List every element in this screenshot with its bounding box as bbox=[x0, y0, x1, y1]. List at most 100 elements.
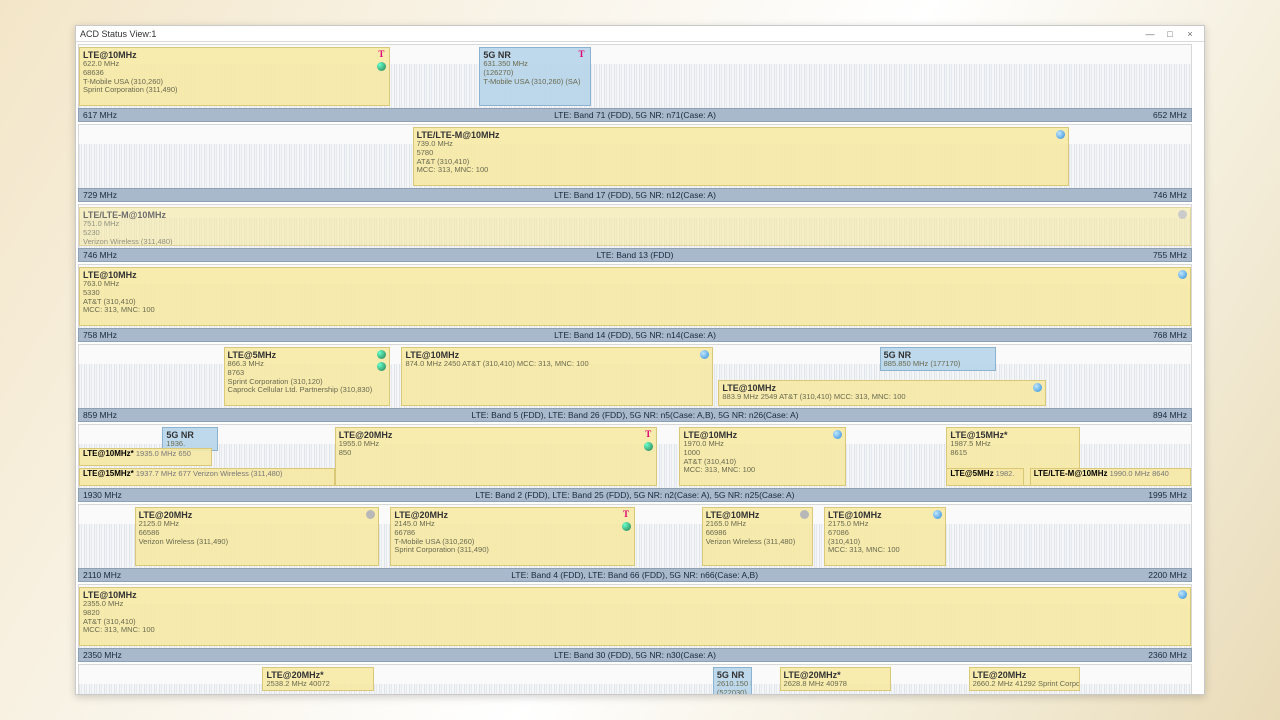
minimize-button[interactable]: — bbox=[1140, 29, 1160, 39]
block-detail: 1970.0 MHz bbox=[683, 440, 842, 449]
nr-block[interactable]: 5G NR631.350 MHz(126270)T-Mobile USA (31… bbox=[479, 47, 590, 106]
band-row: LTE/LTE-M@10MHz739.0 MHz5780AT&T (310,41… bbox=[78, 124, 1192, 202]
gray-icon bbox=[800, 510, 809, 519]
block-title: LTE@10MHz bbox=[83, 50, 386, 60]
block-detail: AT&T (310,410) bbox=[83, 618, 1187, 627]
scroll-area[interactable]: LTE@10MHz622.0 MHz68636T-Mobile USA (310… bbox=[76, 42, 1204, 694]
freq-end: 652 MHz bbox=[1153, 110, 1187, 120]
band-label: 746 MHzLTE: Band 13 (FDD)755 MHz bbox=[78, 248, 1192, 262]
band-row: LTE/LTE-M@10MHz751.0 MHz5230Verizon Wire… bbox=[78, 204, 1192, 262]
band-label: 2110 MHzLTE: Band 4 (FDD), LTE: Band 66 … bbox=[78, 568, 1192, 582]
block-detail: Sprint Corporation (311,490) bbox=[83, 86, 386, 95]
block-detail: 874.0 MHz 2450 AT&T (310,410) MCC: 313, … bbox=[405, 360, 708, 369]
band-description: LTE: Band 14 (FDD), 5G NR: n14(Case: A) bbox=[117, 330, 1153, 340]
block-detail: Verizon Wireless (311,490) bbox=[139, 538, 376, 547]
att-icon bbox=[1056, 130, 1065, 139]
lte-block[interactable]: LTE@20MHz2145.0 MHz66786T-Mobile USA (31… bbox=[390, 507, 635, 566]
freq-end: 2200 MHz bbox=[1148, 570, 1187, 580]
band-description: LTE: Band 13 (FDD) bbox=[117, 250, 1153, 260]
band-body[interactable]: LTE@20MHz2523.8 MHz 39920LTE@20MHz*2538.… bbox=[78, 664, 1192, 694]
mini-block[interactable]: LTE@5MHz 1982. bbox=[946, 468, 1024, 486]
lte-block[interactable]: LTE@20MHz2125.0 MHz66586Verizon Wireless… bbox=[135, 507, 380, 566]
lte-block[interactable]: LTE@20MHz*2628.8 MHz 40978 bbox=[780, 667, 891, 691]
block-detail: 885.850 MHz (177170) bbox=[884, 360, 993, 369]
nr-block[interactable]: 5G NR2610.150 MHz(522030)T-Mobile bbox=[713, 667, 752, 694]
gray-icon bbox=[1178, 210, 1187, 219]
lte-block[interactable]: LTE@10MHz2165.0 MHz66986Verizon Wireless… bbox=[702, 507, 813, 566]
block-detail: Verizon Wireless (311,480) bbox=[83, 238, 1187, 246]
block-detail: 883.9 MHz 2549 AT&T (310,410) MCC: 313, … bbox=[722, 393, 1042, 402]
close-button[interactable]: × bbox=[1180, 29, 1200, 39]
band-body[interactable]: LTE@10MHz2355.0 MHz9820AT&T (310,410)MCC… bbox=[78, 584, 1192, 648]
block-detail: MCC: 313, MNC: 100 bbox=[417, 166, 1065, 175]
lte-block[interactable]: LTE@10MHz883.9 MHz 2549 AT&T (310,410) M… bbox=[718, 380, 1046, 406]
block-detail: 9820 bbox=[83, 609, 1187, 618]
lte-block[interactable]: LTE@5MHz866.3 MHz8763Sprint Corporation … bbox=[224, 347, 391, 406]
band-label: 729 MHzLTE: Band 17 (FDD), 5G NR: n12(Ca… bbox=[78, 188, 1192, 202]
mini-block[interactable]: LTE@10MHz* 1935.0 MHz 650 bbox=[79, 448, 212, 466]
band-description: LTE: Band 2 (FDD), LTE: Band 25 (FDD), 5… bbox=[122, 490, 1149, 500]
freq-start: 617 MHz bbox=[83, 110, 117, 120]
band-body[interactable]: LTE@10MHz622.0 MHz68636T-Mobile USA (310… bbox=[78, 44, 1192, 108]
band-row: LTE@10MHz763.0 MHz5330AT&T (310,410)MCC:… bbox=[78, 264, 1192, 342]
band-body[interactable]: 5G NR1936.LTE@20MHz1955.0 MHz850LTE@10MH… bbox=[78, 424, 1192, 488]
lte-block[interactable]: LTE@20MHz*2538.2 MHz 40072 bbox=[262, 667, 373, 691]
band-description: LTE: Band 4 (FDD), LTE: Band 66 (FDD), 5… bbox=[121, 570, 1148, 580]
nr-block[interactable]: 5G NR885.850 MHz (177170) bbox=[880, 347, 997, 371]
band-row: LTE@10MHz622.0 MHz68636T-Mobile USA (310… bbox=[78, 44, 1192, 122]
band-label: 758 MHzLTE: Band 14 (FDD), 5G NR: n14(Ca… bbox=[78, 328, 1192, 342]
band-row: LTE@20MHz2125.0 MHz66586Verizon Wireless… bbox=[78, 504, 1192, 582]
window-title: ACD Status View:1 bbox=[80, 29, 156, 39]
block-detail: 5230 bbox=[83, 229, 1187, 238]
block-detail: Caprock Cellular Ltd. Partnership (310,8… bbox=[228, 386, 387, 395]
maximize-button[interactable]: □ bbox=[1160, 29, 1180, 39]
block-detail: 5780 bbox=[417, 149, 1065, 158]
block-detail: Verizon Wireless (311,480) bbox=[706, 538, 809, 547]
tmag-icon bbox=[622, 510, 631, 519]
lte-block[interactable]: LTE@10MHz622.0 MHz68636T-Mobile USA (310… bbox=[79, 47, 390, 106]
att-icon bbox=[1178, 270, 1187, 279]
titlebar[interactable]: ACD Status View:1 — □ × bbox=[76, 26, 1204, 42]
block-detail: MCC: 313, MNC: 100 bbox=[83, 306, 1187, 315]
band-description: LTE: Band 71 (FDD), 5G NR: n71(Case: A) bbox=[117, 110, 1153, 120]
lte-block[interactable]: LTE@10MHz1970.0 MHz1000AT&T (310,410)MCC… bbox=[679, 427, 846, 486]
block-detail: 1987.5 MHz bbox=[950, 440, 1075, 449]
freq-end: 894 MHz bbox=[1153, 410, 1187, 420]
mini-block[interactable]: LTE@15MHz* 1937.7 MHz 677 Verizon Wirele… bbox=[79, 468, 335, 486]
block-detail: 622.0 MHz bbox=[83, 60, 386, 69]
att-icon bbox=[1178, 590, 1187, 599]
content-area: LTE@10MHz622.0 MHz68636T-Mobile USA (310… bbox=[76, 42, 1204, 694]
band-row: LTE@10MHz2355.0 MHz9820AT&T (310,410)MCC… bbox=[78, 584, 1192, 662]
freq-end: 1995 MHz bbox=[1148, 490, 1187, 500]
lte-block[interactable]: LTE@10MHz2175.0 MHz67086(310,410)MCC: 31… bbox=[824, 507, 946, 566]
band-row: LTE@20MHz2523.8 MHz 39920LTE@20MHz*2538.… bbox=[78, 664, 1192, 694]
band-label: 859 MHzLTE: Band 5 (FDD), LTE: Band 26 (… bbox=[78, 408, 1192, 422]
block-title: LTE/LTE-M@10MHz bbox=[83, 210, 1187, 220]
block-detail: 5330 bbox=[83, 289, 1187, 298]
block-detail: 2355.0 MHz bbox=[83, 600, 1187, 609]
band-body[interactable]: LTE/LTE-M@10MHz751.0 MHz5230Verizon Wire… bbox=[78, 204, 1192, 248]
lte-block[interactable]: LTE@10MHz874.0 MHz 2450 AT&T (310,410) M… bbox=[401, 347, 712, 406]
lte-block[interactable]: LTE@20MHz1955.0 MHz850 bbox=[335, 427, 657, 486]
block-detail: 850 bbox=[339, 449, 653, 458]
mini-block[interactable]: LTE/LTE-M@10MHz 1990.0 MHz 8640 bbox=[1030, 468, 1191, 486]
band-description: LTE: Band 17 (FDD), 5G NR: n12(Case: A) bbox=[117, 190, 1153, 200]
block-detail: 763.0 MHz bbox=[83, 280, 1187, 289]
lte-block[interactable]: LTE@10MHz763.0 MHz5330AT&T (310,410)MCC:… bbox=[79, 267, 1191, 326]
band-body[interactable]: LTE@5MHz866.3 MHz8763Sprint Corporation … bbox=[78, 344, 1192, 408]
block-title: LTE@10MHz bbox=[83, 590, 1187, 600]
lte-block[interactable]: LTE@20MHz2660.2 MHz 41292 Sprint Corpor bbox=[969, 667, 1080, 691]
band-body[interactable]: LTE@10MHz763.0 MHz5330AT&T (310,410)MCC:… bbox=[78, 264, 1192, 328]
band-description: LTE: Band 30 (FDD), 5G NR: n30(Case: A) bbox=[122, 650, 1149, 660]
freq-start: 746 MHz bbox=[83, 250, 117, 260]
att-icon bbox=[700, 350, 709, 359]
app-window: ACD Status View:1 — □ × LTE@10MHz622.0 M… bbox=[75, 25, 1205, 695]
band-body[interactable]: LTE@20MHz2125.0 MHz66586Verizon Wireless… bbox=[78, 504, 1192, 568]
globe-icon bbox=[622, 522, 631, 531]
band-label: 1930 MHzLTE: Band 2 (FDD), LTE: Band 25 … bbox=[78, 488, 1192, 502]
lte-block[interactable]: LTE/LTE-M@10MHz751.0 MHz5230Verizon Wire… bbox=[79, 207, 1191, 246]
block-detail: AT&T (310,410) bbox=[417, 158, 1065, 167]
band-body[interactable]: LTE/LTE-M@10MHz739.0 MHz5780AT&T (310,41… bbox=[78, 124, 1192, 188]
lte-block[interactable]: LTE/LTE-M@10MHz739.0 MHz5780AT&T (310,41… bbox=[413, 127, 1069, 186]
lte-block[interactable]: LTE@10MHz2355.0 MHz9820AT&T (310,410)MCC… bbox=[79, 587, 1191, 646]
